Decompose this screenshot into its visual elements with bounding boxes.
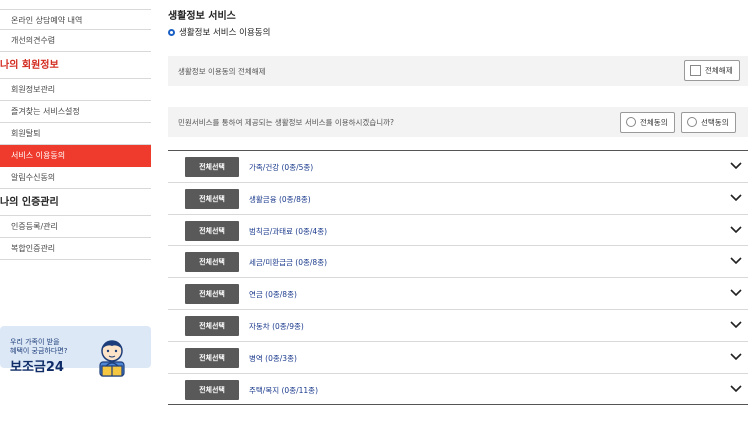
category-label[interactable]: 가족/건강 (0종/5종): [249, 162, 313, 173]
category-list: 전체선택 가족/건강 (0종/5종) 전체선택 생활금융 (0종/8종) 전체선…: [168, 150, 748, 406]
sidebar-item-service-consent[interactable]: 서비스 이용동의: [0, 145, 151, 167]
revoke-all-button-label: 전체해제: [705, 66, 733, 75]
sidebar-item-consultation-history[interactable]: 온라인 상담예약 내역: [0, 9, 151, 30]
category-label[interactable]: 세금/미환급금 (0종/8종): [249, 257, 327, 268]
sidebar-section-member-info: 나의 회원정보: [0, 52, 151, 79]
select-all-button[interactable]: 전체선택: [185, 220, 239, 241]
revoke-all-button[interactable]: 전체해제: [684, 60, 740, 81]
banner-line-2: 혜택이 궁금하다면?: [10, 347, 68, 355]
category-row[interactable]: 전체선택 범칙금/과태료 (0종/4종): [168, 215, 748, 247]
select-all-button[interactable]: 전체선택: [185, 157, 239, 177]
category-label[interactable]: 연금 (0종/8종): [249, 289, 297, 300]
sidebar-item-feedback[interactable]: 개선의견수렴: [0, 30, 151, 52]
sidebar-item-auth-register[interactable]: 인증등록/관리: [0, 216, 151, 238]
category-row[interactable]: 전체선택 세금/미환급금 (0종/8종): [168, 246, 748, 279]
agree-all-radio[interactable]: 전체동의: [620, 112, 675, 133]
revoke-all-box: 생활정보 이용동의 전체해제 전체해제: [168, 56, 748, 86]
category-label[interactable]: 범칙금/과태료 (0종/4종): [249, 226, 327, 237]
checkbox-icon: [690, 65, 701, 76]
sidebar-item-member-management[interactable]: 회원정보관리: [0, 79, 151, 101]
consent-box: 민원서비스를 통하여 제공되는 생활정보 서비스를 이용하시겠습니까? 전체동의…: [168, 107, 748, 137]
chevron-down-icon[interactable]: [730, 320, 742, 330]
chevron-down-icon[interactable]: [730, 193, 742, 203]
consent-question: 민원서비스를 통하여 제공되는 생활정보 서비스를 이용하시겠습니까?: [178, 118, 394, 127]
category-row[interactable]: 전체선택 자동차 (0종/9종): [168, 310, 748, 342]
radio-icon: [626, 117, 636, 127]
sidebar-section-auth: 나의 인증관리: [0, 189, 151, 216]
section-subtitle-text: 생활정보 서비스 이용동의: [179, 28, 271, 38]
chevron-down-icon[interactable]: [730, 256, 742, 266]
chevron-down-icon[interactable]: [730, 384, 742, 394]
select-all-button[interactable]: 전체선택: [185, 188, 239, 209]
main-content: 생활정보 서비스 생활정보 서비스 이용동의 생활정보 이용동의 전체해제 전체…: [168, 0, 748, 444]
sidebar-item-notification-consent[interactable]: 알림수신동의: [0, 167, 151, 189]
chevron-down-icon[interactable]: [730, 161, 742, 171]
sidebar-item-withdraw[interactable]: 회원탈퇴: [0, 123, 151, 145]
select-agree-label: 선택동의: [701, 118, 729, 127]
banner-title: 보조금24: [10, 360, 64, 375]
page-title: 생활정보 서비스: [168, 11, 236, 22]
subsidy-banner[interactable]: 우리 가족이 받을 혜택이 궁금하다면? 보조금24: [0, 326, 151, 377]
sidebar-item-multi-auth[interactable]: 복합인증관리: [0, 238, 151, 260]
category-row[interactable]: 전체선택 병역 (0종/3종): [168, 342, 748, 374]
select-all-button[interactable]: 전체선택: [185, 347, 239, 368]
select-all-button[interactable]: 전체선택: [185, 284, 239, 305]
category-row[interactable]: 전체선택 연금 (0종/8종): [168, 278, 748, 310]
select-all-button[interactable]: 전체선택: [185, 315, 239, 336]
revoke-all-text: 생활정보 이용동의 전체해제: [178, 67, 266, 76]
page: 온라인 상담예약 내역 개선의견수렴 나의 회원정보 회원정보관리 즐겨찾는 서…: [0, 0, 756, 444]
agree-all-label: 전체동의: [640, 118, 668, 127]
category-row[interactable]: 전체선택 생활금융 (0종/8종): [168, 183, 748, 215]
sidebar: 온라인 상담예약 내역 개선의견수렴 나의 회원정보 회원정보관리 즐겨찾는 서…: [0, 0, 151, 444]
chevron-down-icon[interactable]: [730, 225, 742, 235]
category-label[interactable]: 자동차 (0종/9종): [249, 321, 304, 332]
select-agree-radio[interactable]: 선택동의: [681, 112, 736, 133]
category-label[interactable]: 병역 (0종/3종): [249, 353, 297, 364]
bullet-icon: [168, 29, 175, 36]
sidebar-item-favorite-services[interactable]: 즐겨찾는 서비스설정: [0, 101, 151, 123]
chevron-down-icon[interactable]: [730, 288, 742, 298]
chevron-down-icon[interactable]: [730, 352, 742, 362]
category-row[interactable]: 전체선택 가족/건강 (0종/5종): [168, 151, 748, 183]
category-row[interactable]: 전체선택 주택/복지 (0종/11종): [168, 374, 748, 406]
section-subtitle: 생활정보 서비스 이용동의: [168, 26, 270, 38]
mascot-icon: [99, 340, 125, 377]
category-label[interactable]: 생활금융 (0종/8종): [249, 194, 311, 205]
select-all-button[interactable]: 전체선택: [185, 379, 239, 400]
radio-icon: [687, 117, 697, 127]
select-all-button[interactable]: 전체선택: [185, 252, 239, 273]
category-label[interactable]: 주택/복지 (0종/11종): [249, 385, 318, 396]
